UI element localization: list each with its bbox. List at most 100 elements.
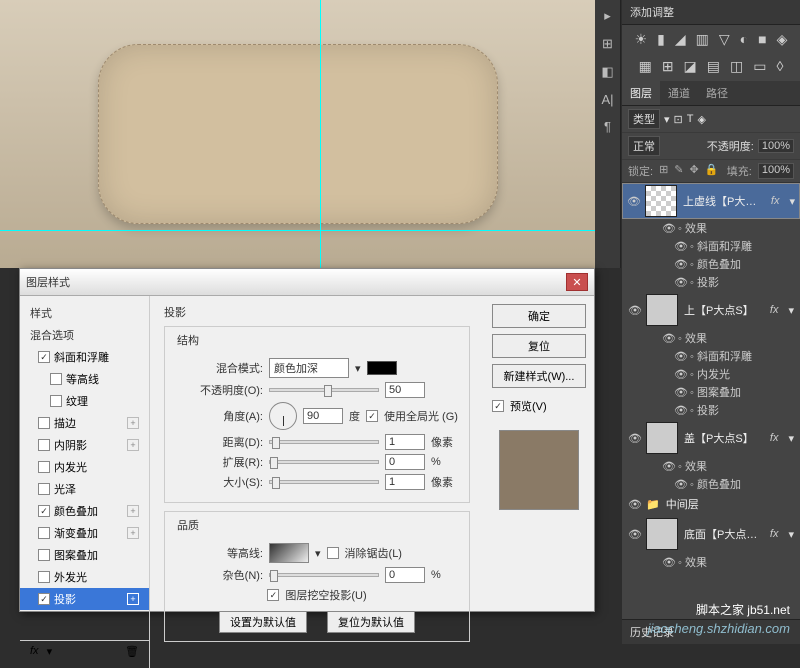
- layer-thumbnail[interactable]: [646, 422, 678, 454]
- visibility-icon[interactable]: 👁: [674, 478, 686, 491]
- visibility-icon[interactable]: 👁: [674, 276, 686, 289]
- size-input[interactable]: 1: [385, 474, 425, 490]
- visibility-icon[interactable]: 👁: [662, 460, 674, 473]
- photo-filter-icon[interactable]: ◈: [777, 31, 788, 48]
- style-checkbox[interactable]: [38, 549, 50, 561]
- style-item[interactable]: 描边+: [20, 412, 149, 434]
- visibility-icon[interactable]: 👁: [628, 432, 640, 445]
- spread-input[interactable]: 0: [385, 454, 425, 470]
- visibility-icon[interactable]: 👁: [628, 498, 640, 511]
- style-item[interactable]: ✓颜色叠加+: [20, 500, 149, 522]
- effects-header[interactable]: 👁◦ 效果: [622, 329, 800, 347]
- size-slider[interactable]: [269, 480, 379, 484]
- dialog-titlebar[interactable]: 图层样式 ✕: [20, 269, 594, 296]
- style-item[interactable]: 光泽: [20, 478, 149, 500]
- style-checkbox[interactable]: [38, 461, 50, 473]
- document-canvas[interactable]: [0, 0, 595, 268]
- trash-icon[interactable]: 🗑: [125, 645, 139, 658]
- effect-item[interactable]: 👁◦ 投影: [622, 401, 800, 419]
- fill-value[interactable]: 100%: [758, 163, 794, 179]
- opacity-input[interactable]: 50: [385, 382, 425, 398]
- style-item[interactable]: 等高线: [20, 368, 149, 390]
- style-item[interactable]: 外发光: [20, 566, 149, 588]
- style-item[interactable]: 纹理: [20, 390, 149, 412]
- chevron-icon[interactable]: ▾: [47, 645, 53, 658]
- opacity-slider[interactable]: [269, 388, 379, 392]
- tool-icon[interactable]: ¶: [604, 119, 611, 134]
- filter-icon[interactable]: T: [687, 113, 694, 125]
- contour-picker[interactable]: [269, 543, 309, 563]
- style-checkbox[interactable]: [50, 395, 62, 407]
- layer-thumbnail[interactable]: [646, 518, 678, 550]
- blend-options[interactable]: 混合选项: [20, 324, 149, 346]
- chevron-icon[interactable]: ▾: [788, 528, 794, 541]
- layer-row[interactable]: 👁上【P大点S】fx▾: [622, 291, 800, 329]
- effects-header[interactable]: 👁◦ 效果: [622, 553, 800, 571]
- visibility-icon[interactable]: 👁: [662, 332, 674, 345]
- style-checkbox[interactable]: [38, 527, 50, 539]
- lock-all-icon[interactable]: 🔒: [705, 163, 719, 179]
- style-checkbox[interactable]: ✓: [38, 351, 50, 363]
- layer-thumbnail[interactable]: [646, 294, 678, 326]
- layer-row[interactable]: 👁📁中间层: [622, 493, 800, 515]
- plus-icon[interactable]: +: [127, 527, 139, 539]
- distance-slider[interactable]: [269, 440, 379, 444]
- style-checkbox[interactable]: [38, 483, 50, 495]
- blend-mode-select[interactable]: 颜色加深: [269, 358, 349, 378]
- cancel-button[interactable]: 复位: [492, 334, 586, 358]
- visibility-icon[interactable]: 👁: [674, 368, 686, 381]
- antialias-checkbox[interactable]: [327, 547, 339, 559]
- exposure-icon[interactable]: ▥: [696, 31, 709, 48]
- visibility-icon[interactable]: 👁: [662, 556, 674, 569]
- tool-text-icon[interactable]: A|: [601, 92, 613, 107]
- style-checkbox[interactable]: [50, 373, 62, 385]
- poster-icon[interactable]: ▤: [707, 58, 720, 75]
- fx-icon[interactable]: fx: [766, 528, 783, 540]
- visibility-icon[interactable]: 👁: [674, 350, 686, 363]
- layer-row[interactable]: 👁上虚线【P大点...fx▾: [622, 183, 800, 219]
- fx-icon[interactable]: fx: [766, 432, 783, 444]
- mixer-icon[interactable]: ▦: [639, 58, 652, 75]
- tool-icon[interactable]: ▸: [604, 8, 611, 24]
- fx-icon[interactable]: fx: [767, 195, 784, 207]
- style-item[interactable]: 渐变叠加+: [20, 522, 149, 544]
- fx-icon[interactable]: fx: [30, 645, 39, 658]
- angle-dial[interactable]: [269, 402, 297, 430]
- plus-icon[interactable]: +: [127, 439, 139, 451]
- hue-icon[interactable]: ◐: [740, 31, 748, 48]
- ok-button[interactable]: 确定: [492, 304, 586, 328]
- effects-header[interactable]: 👁◦ 效果: [622, 457, 800, 475]
- angle-input[interactable]: 90: [303, 408, 343, 424]
- layer-row[interactable]: 👁盖【P大点S】fx▾: [622, 419, 800, 457]
- layer-thumbnail[interactable]: [645, 185, 677, 217]
- distance-input[interactable]: 1: [385, 434, 425, 450]
- style-item[interactable]: 内发光: [20, 456, 149, 478]
- guide-vertical[interactable]: [320, 0, 321, 268]
- visibility-icon[interactable]: 👁: [674, 240, 686, 253]
- visibility-icon[interactable]: 👁: [628, 304, 640, 317]
- plus-icon[interactable]: +: [127, 593, 139, 605]
- effect-item[interactable]: 👁◦ 颜色叠加: [622, 475, 800, 493]
- chevron-icon[interactable]: ▾: [788, 304, 794, 317]
- visibility-icon[interactable]: 👁: [628, 528, 640, 541]
- lock-icon[interactable]: ⊞: [659, 163, 668, 179]
- bw-icon[interactable]: ■: [758, 31, 766, 48]
- shadow-color-swatch[interactable]: [367, 361, 397, 375]
- gradient-map-icon[interactable]: ▭: [753, 58, 766, 75]
- curves-icon[interactable]: ◢: [675, 31, 686, 48]
- new-style-button[interactable]: 新建样式(W)...: [492, 364, 586, 388]
- tab-channels[interactable]: 通道: [660, 81, 698, 105]
- brightness-icon[interactable]: ☀: [635, 31, 648, 48]
- chevron-down-icon[interactable]: ▾: [315, 547, 321, 560]
- plus-icon[interactable]: +: [127, 417, 139, 429]
- style-checkbox[interactable]: ✓: [38, 593, 50, 605]
- threshold-icon[interactable]: ◫: [730, 58, 743, 75]
- tool-icon[interactable]: ◧: [601, 64, 613, 80]
- close-icon[interactable]: ✕: [566, 273, 588, 291]
- knockout-checkbox[interactable]: ✓: [267, 589, 279, 601]
- style-checkbox[interactable]: ✓: [38, 505, 50, 517]
- global-light-checkbox[interactable]: ✓: [366, 410, 378, 422]
- style-item[interactable]: 图案叠加: [20, 544, 149, 566]
- plus-icon[interactable]: +: [127, 505, 139, 517]
- lookup-icon[interactable]: ⊞: [662, 58, 674, 75]
